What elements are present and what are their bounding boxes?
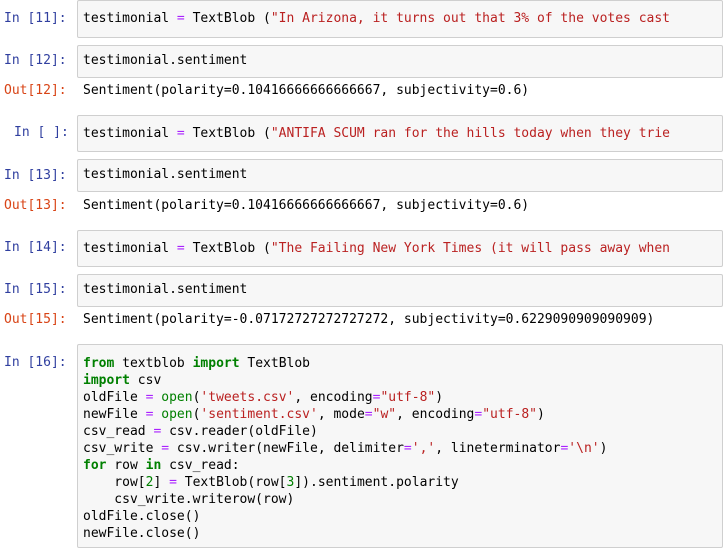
output-cell-15: Out[15]: Sentiment(polarity=-0.071727272… — [0, 309, 723, 331]
code-cell-14[interactable]: In [14]: testimonial = TextBlob ("The Fa… — [0, 229, 723, 267]
input-prompt: In [ ]: — [14, 125, 69, 140]
code-input[interactable]: from textblob import TextBlob import csv o… — [77, 344, 723, 548]
code-cell-12[interactable]: In [12]: testimonial.sentiment — [0, 44, 723, 78]
code-input[interactable]: testimonial = TextBlob ("In Arizona, it … — [77, 0, 723, 38]
input-prompt: In [15]: — [4, 282, 67, 297]
code-line: testimonial.sentiment — [83, 53, 248, 68]
code-cell-15[interactable]: In [15]: testimonial.sentiment — [0, 273, 723, 307]
code-cell-11[interactable]: In [11]: testimonial = TextBlob ("In Ari… — [0, 0, 723, 40]
code-line: oldFile.close() — [83, 509, 201, 524]
code-block: from textblob import TextBlob import csv o… — [83, 355, 607, 542]
input-prompt: In [16]: — [4, 355, 67, 370]
input-prompt: In [14]: — [4, 240, 67, 255]
code-line: testimonial.sentiment — [83, 282, 248, 297]
code-line: csv_read = csv.reader(oldFile) — [83, 424, 318, 439]
code-input[interactable]: testimonial.sentiment — [77, 274, 723, 307]
input-prompt: In [11]: — [4, 11, 67, 26]
output-text: Sentiment(polarity=0.10416666666666667, … — [83, 198, 530, 213]
code-line: newFile.close() — [83, 526, 201, 541]
output-text: Sentiment(polarity=-0.07172727272727272,… — [83, 312, 655, 327]
code-line: testimonial = TextBlob ("The Failing New… — [83, 241, 671, 256]
code-line: testimonial.sentiment — [83, 167, 248, 182]
output-cell-12: Out[12]: Sentiment(polarity=0.1041666666… — [0, 80, 723, 102]
code-cell-16[interactable]: In [16]: from textblob import TextBlob im… — [0, 343, 723, 551]
output-text: Sentiment(polarity=0.10416666666666667, … — [83, 83, 530, 98]
input-prompt: In [13]: — [4, 168, 67, 183]
output-cell-13: Out[13]: Sentiment(polarity=0.1041666666… — [0, 195, 723, 217]
code-line: oldFile = open('tweets.csv', encoding="u… — [83, 390, 444, 405]
code-input[interactable]: testimonial = TextBlob ("ANTIFA SCUM ran… — [77, 115, 723, 152]
output-prompt: Out[15]: — [4, 312, 67, 327]
code-line: testimonial = TextBlob ("In Arizona, it … — [83, 11, 671, 26]
code-input[interactable]: testimonial.sentiment — [77, 159, 723, 192]
code-input[interactable]: testimonial = TextBlob ("The Failing New… — [77, 230, 723, 267]
code-input[interactable]: testimonial.sentiment — [77, 45, 723, 78]
code-line: row[2] = TextBlob(row[3]).sentiment.pola… — [83, 475, 459, 490]
code-line: csv_write = csv.writer(newFile, delimite… — [83, 441, 608, 456]
output-prompt: Out[13]: — [4, 198, 67, 213]
code-line: newFile = open('sentiment.csv', mode="w"… — [83, 407, 545, 422]
code-cell-13[interactable]: In [13]: testimonial.sentiment — [0, 158, 723, 192]
code-cell-unrun[interactable]: In [ ]: testimonial = TextBlob ("ANTIFA … — [0, 114, 723, 152]
code-line: csv_write.writerow(row) — [83, 492, 295, 507]
code-line: testimonial = TextBlob ("ANTIFA SCUM ran… — [83, 126, 671, 141]
code-line: for row in csv_read: — [83, 458, 240, 473]
code-line: import csv — [83, 373, 162, 388]
code-line: from textblob import TextBlob — [83, 356, 311, 371]
output-prompt: Out[12]: — [4, 83, 67, 98]
input-prompt: In [12]: — [4, 53, 67, 68]
